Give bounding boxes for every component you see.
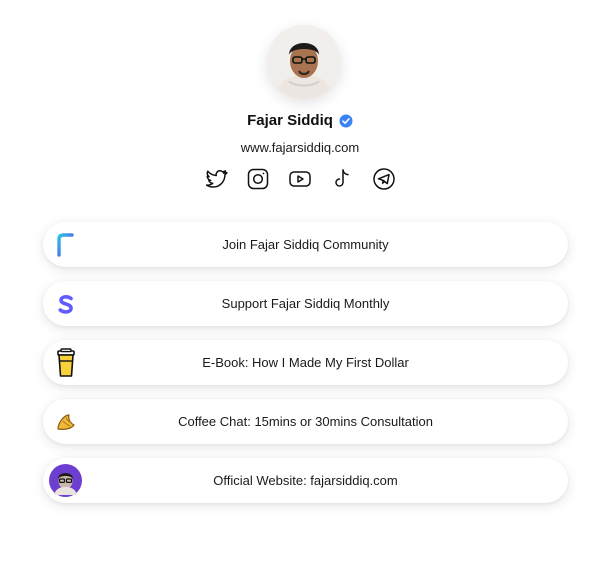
profile-name-row: Fajar Siddiq bbox=[0, 112, 600, 129]
tiktok-icon[interactable] bbox=[330, 167, 354, 191]
social-icons-row bbox=[0, 167, 600, 191]
instagram-icon[interactable] bbox=[246, 167, 270, 191]
profile-name: Fajar Siddiq bbox=[247, 112, 333, 129]
link-official-website[interactable]: Official Website: fajarsiddiq.com bbox=[43, 458, 568, 503]
twitter-icon[interactable] bbox=[204, 167, 228, 191]
avatar-badge-icon bbox=[49, 464, 82, 497]
stripe-s-icon bbox=[49, 287, 82, 320]
link-ebook[interactable]: E-Book: How I Made My First Dollar bbox=[43, 340, 568, 385]
profile-website[interactable]: www.fajarsiddiq.com bbox=[0, 140, 600, 155]
community-logo-icon bbox=[49, 228, 82, 261]
link-label: Support Fajar Siddiq Monthly bbox=[221, 296, 390, 311]
link-label: Join Fajar Siddiq Community bbox=[222, 237, 389, 252]
link-coffee-chat[interactable]: Coffee Chat: 15mins or 30mins Consultati… bbox=[43, 399, 568, 444]
telegram-icon[interactable] bbox=[372, 167, 396, 191]
coffee-cup-icon bbox=[49, 346, 82, 379]
link-label: Official Website: fajarsiddiq.com bbox=[213, 473, 398, 488]
link-list: Join Fajar Siddiq Community Support Faja… bbox=[43, 222, 568, 517]
youtube-icon[interactable] bbox=[288, 167, 312, 191]
profile-avatar bbox=[267, 25, 341, 99]
link-support-monthly[interactable]: Support Fajar Siddiq Monthly bbox=[43, 281, 568, 326]
link-label: E-Book: How I Made My First Dollar bbox=[202, 355, 409, 370]
profile-page: Fajar Siddiq www.fajarsiddiq.com Join Fa… bbox=[0, 0, 600, 575]
link-community[interactable]: Join Fajar Siddiq Community bbox=[43, 222, 568, 267]
link-label: Coffee Chat: 15mins or 30mins Consultati… bbox=[178, 414, 433, 429]
croissant-icon bbox=[49, 405, 82, 438]
verified-badge-icon bbox=[339, 114, 353, 128]
